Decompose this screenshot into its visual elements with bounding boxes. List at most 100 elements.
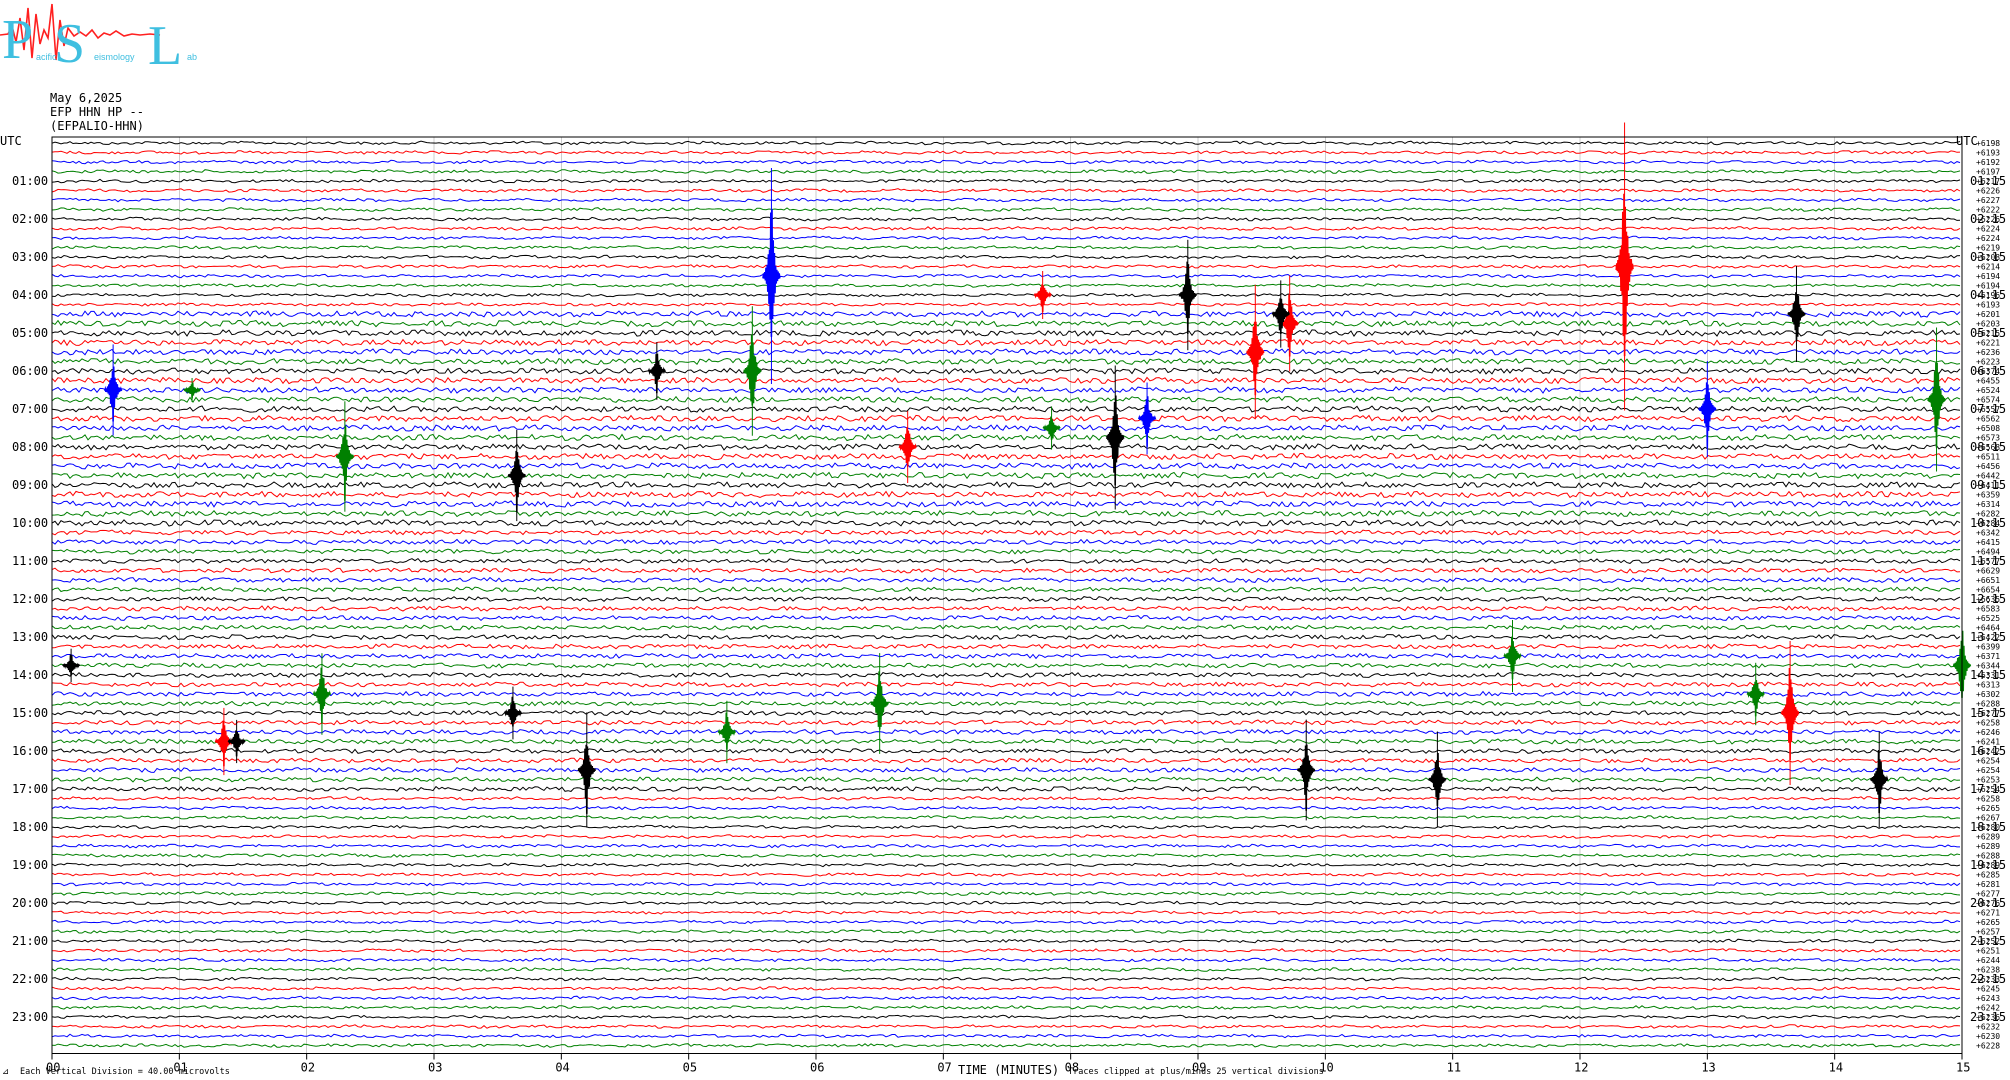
trace-line — [51, 891, 1961, 896]
left-hour-label: 07:00 — [12, 402, 48, 416]
offset-label: +6252 — [1976, 937, 2000, 946]
trace-line — [52, 785, 1961, 793]
trace-line — [51, 169, 1961, 174]
left-hour-label: 08:00 — [12, 440, 48, 454]
offset-label: +6422 — [1976, 633, 2000, 642]
trace-line — [51, 872, 1961, 877]
trace-line — [51, 700, 1960, 707]
offset-label: +6342 — [1976, 529, 2000, 538]
trace-line — [51, 595, 1961, 603]
offset-label: +6254 — [1976, 766, 2000, 775]
trace-line — [51, 757, 1961, 764]
trace-line — [51, 357, 1961, 366]
offset-label: +6573 — [1976, 434, 2000, 443]
trace-line — [51, 900, 1961, 906]
left-hour-label: 12:00 — [12, 592, 48, 606]
trace-line — [51, 338, 1961, 347]
offset-label: +6654 — [1976, 586, 2000, 595]
trace-line — [51, 681, 1961, 688]
offset-label: +6562 — [1976, 415, 2000, 424]
trace-line — [51, 264, 1961, 269]
offset-label: +6227 — [1976, 196, 2000, 205]
offset-label: +6494 — [1976, 548, 2000, 557]
trace-line — [51, 471, 1961, 480]
offset-label: +6245 — [1976, 985, 2000, 994]
offset-label: +6226 — [1976, 187, 2000, 196]
offset-label: +6232 — [1976, 1023, 2000, 1032]
trace-line — [51, 662, 1961, 669]
trace-line — [51, 292, 1961, 298]
left-hour-label: 06:00 — [12, 364, 48, 378]
left-hour-label: 01:00 — [12, 174, 48, 188]
offset-label: +6314 — [1976, 500, 2000, 509]
trace-line — [51, 302, 1961, 307]
trace-line — [51, 796, 1961, 801]
trace-line — [51, 310, 1961, 318]
trace-line — [51, 862, 1961, 868]
x-tick-label: 03 — [428, 1061, 442, 1075]
offset-label: +6289 — [1976, 833, 2000, 842]
x-tick-label: 02 — [301, 1061, 315, 1075]
trace-line — [52, 948, 1961, 953]
offset-label: +6242 — [1976, 747, 2000, 756]
x-tick-label: 15 — [1956, 1061, 1970, 1075]
left-hour-label: 17:00 — [12, 782, 48, 796]
trace-line — [51, 329, 1961, 338]
offset-label: +6236 — [1976, 1013, 2000, 1022]
footer-mark: ⊿ — [2, 1067, 9, 1077]
offset-label: +6374 — [1976, 367, 2000, 376]
offset-label: +6284 — [1976, 519, 2000, 528]
trace-line — [51, 633, 1961, 641]
offset-label: +6226 — [1976, 215, 2000, 224]
trace-line — [51, 405, 1961, 413]
trace-line — [51, 1014, 1961, 1020]
offset-label: +6277 — [1976, 890, 2000, 899]
trace-line — [51, 433, 1961, 442]
x-tick-label: 07 — [937, 1061, 951, 1075]
offset-label: +6277 — [1976, 709, 2000, 718]
trace-line — [51, 747, 1961, 755]
offset-label: +6224 — [1976, 225, 2000, 234]
offset-label: +6568 — [1976, 443, 2000, 452]
left-hour-label: 18:00 — [12, 820, 48, 834]
trace-line — [51, 824, 1961, 830]
offset-label: +6246 — [1976, 728, 2000, 737]
offset-label: +6629 — [1976, 567, 2000, 576]
offset-label: +6241 — [1976, 738, 2000, 747]
trace-line — [51, 643, 1961, 650]
trace-line — [51, 805, 1961, 811]
trace-line — [51, 424, 1961, 432]
left-hour-label: 05:00 — [12, 326, 48, 340]
trace-line — [51, 216, 1961, 222]
offset-label: +6635 — [1976, 595, 2000, 604]
offset-label: +6276 — [1976, 899, 2000, 908]
offset-label: +6411 — [1976, 481, 2000, 490]
offset-label: +6230 — [1976, 1032, 2000, 1041]
x-tick-label: 12 — [1574, 1061, 1588, 1075]
offset-label: +6223 — [1976, 358, 2000, 367]
offset-label: +6282 — [1976, 510, 2000, 519]
trace-line — [51, 367, 1961, 375]
trace-line — [51, 967, 1961, 972]
offset-label: +6456 — [1976, 462, 2000, 471]
offset-label: +6253 — [1976, 776, 2000, 785]
trace-line — [51, 853, 1961, 858]
right-offset-labels: +6198+6193+6192+6197+6217+6226+6227+6222… — [1976, 139, 2000, 1051]
trace-line — [51, 1005, 1961, 1010]
trace-line — [51, 376, 1961, 385]
x-tick-label: 06 — [810, 1061, 824, 1075]
trace-line — [51, 709, 1960, 717]
offset-label: +6415 — [1976, 538, 2000, 547]
vertical-division-note: Each Vertical Division = 40.00 microvolt… — [20, 1067, 230, 1077]
offset-label: +6265 — [1976, 804, 2000, 813]
left-hour-label: 14:00 — [12, 668, 48, 682]
offset-label: +6302 — [1976, 690, 2000, 699]
trace-line — [51, 462, 1961, 470]
trace-line — [51, 881, 1961, 887]
trace-line — [51, 197, 1961, 203]
trace-line — [51, 235, 1961, 241]
offset-label: +6258 — [1976, 795, 2000, 804]
left-hour-label: 16:00 — [12, 744, 48, 758]
offset-label: +6265 — [1976, 918, 2000, 927]
helicorder-plot: UTC UTC 01:00 02:00 03:00 04:00 05:00 06:00 07… — [0, 122, 2006, 1077]
